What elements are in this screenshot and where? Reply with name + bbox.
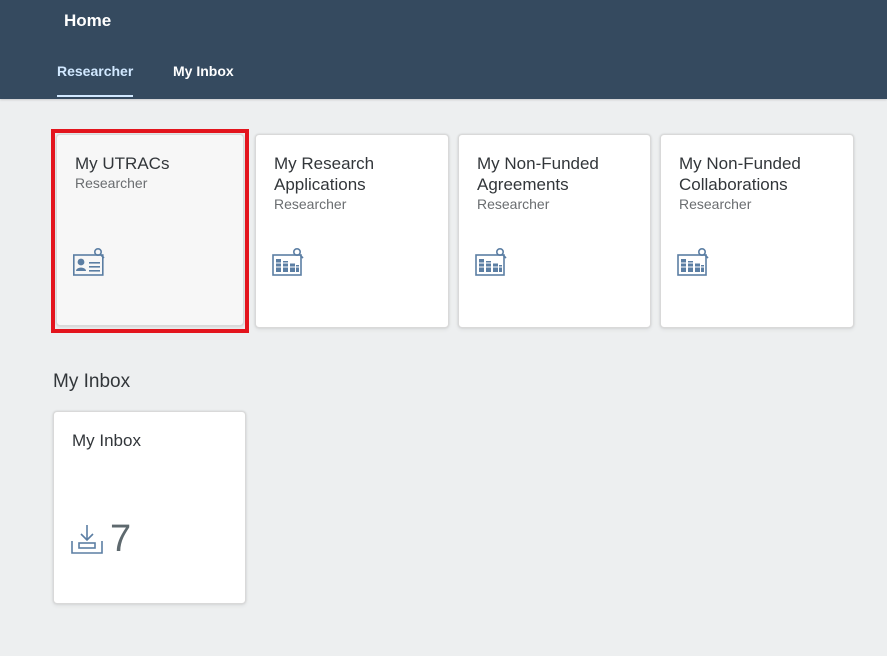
tile-my-research-applications[interactable]: My Research Applications Researcher [255,134,449,328]
report-search-icon [677,247,709,276]
tile-subtitle: Researcher [274,196,347,212]
inbox-count: 7 [110,518,132,560]
tile-subtitle: Researcher [679,196,752,212]
tile-subtitle: Researcher [477,196,550,212]
report-search-icon [272,247,304,276]
inbox-download-icon [71,525,103,554]
shell-header: Home Researcher My Inbox [0,0,887,99]
employee-profile-icon [73,247,105,276]
tile-my-non-funded-agreements[interactable]: My Non-Funded Agreements Researcher [458,134,651,328]
tab-researcher[interactable]: Researcher [57,62,134,97]
tile-my-non-funded-collaborations[interactable]: My Non-Funded Collaborations Researcher [660,134,854,328]
tile-my-utracs[interactable]: My UTRACs Researcher [56,134,244,326]
page-title: Home [64,11,112,30]
tile-title: My UTRACs [75,154,170,173]
tile-title: My Inbox [72,431,141,450]
report-search-icon [475,247,507,276]
tab-my-inbox[interactable]: My Inbox [173,62,234,95]
tile-title: My Research Applications [274,154,375,194]
tile-my-inbox[interactable]: My Inbox 7 [53,411,246,604]
tile-title: My Non-Funded Agreements [477,154,599,194]
tile-title: My Non-Funded Collaborations [679,154,801,194]
tile-subtitle: Researcher [75,175,148,191]
group-title-my-inbox: My Inbox [53,371,131,392]
